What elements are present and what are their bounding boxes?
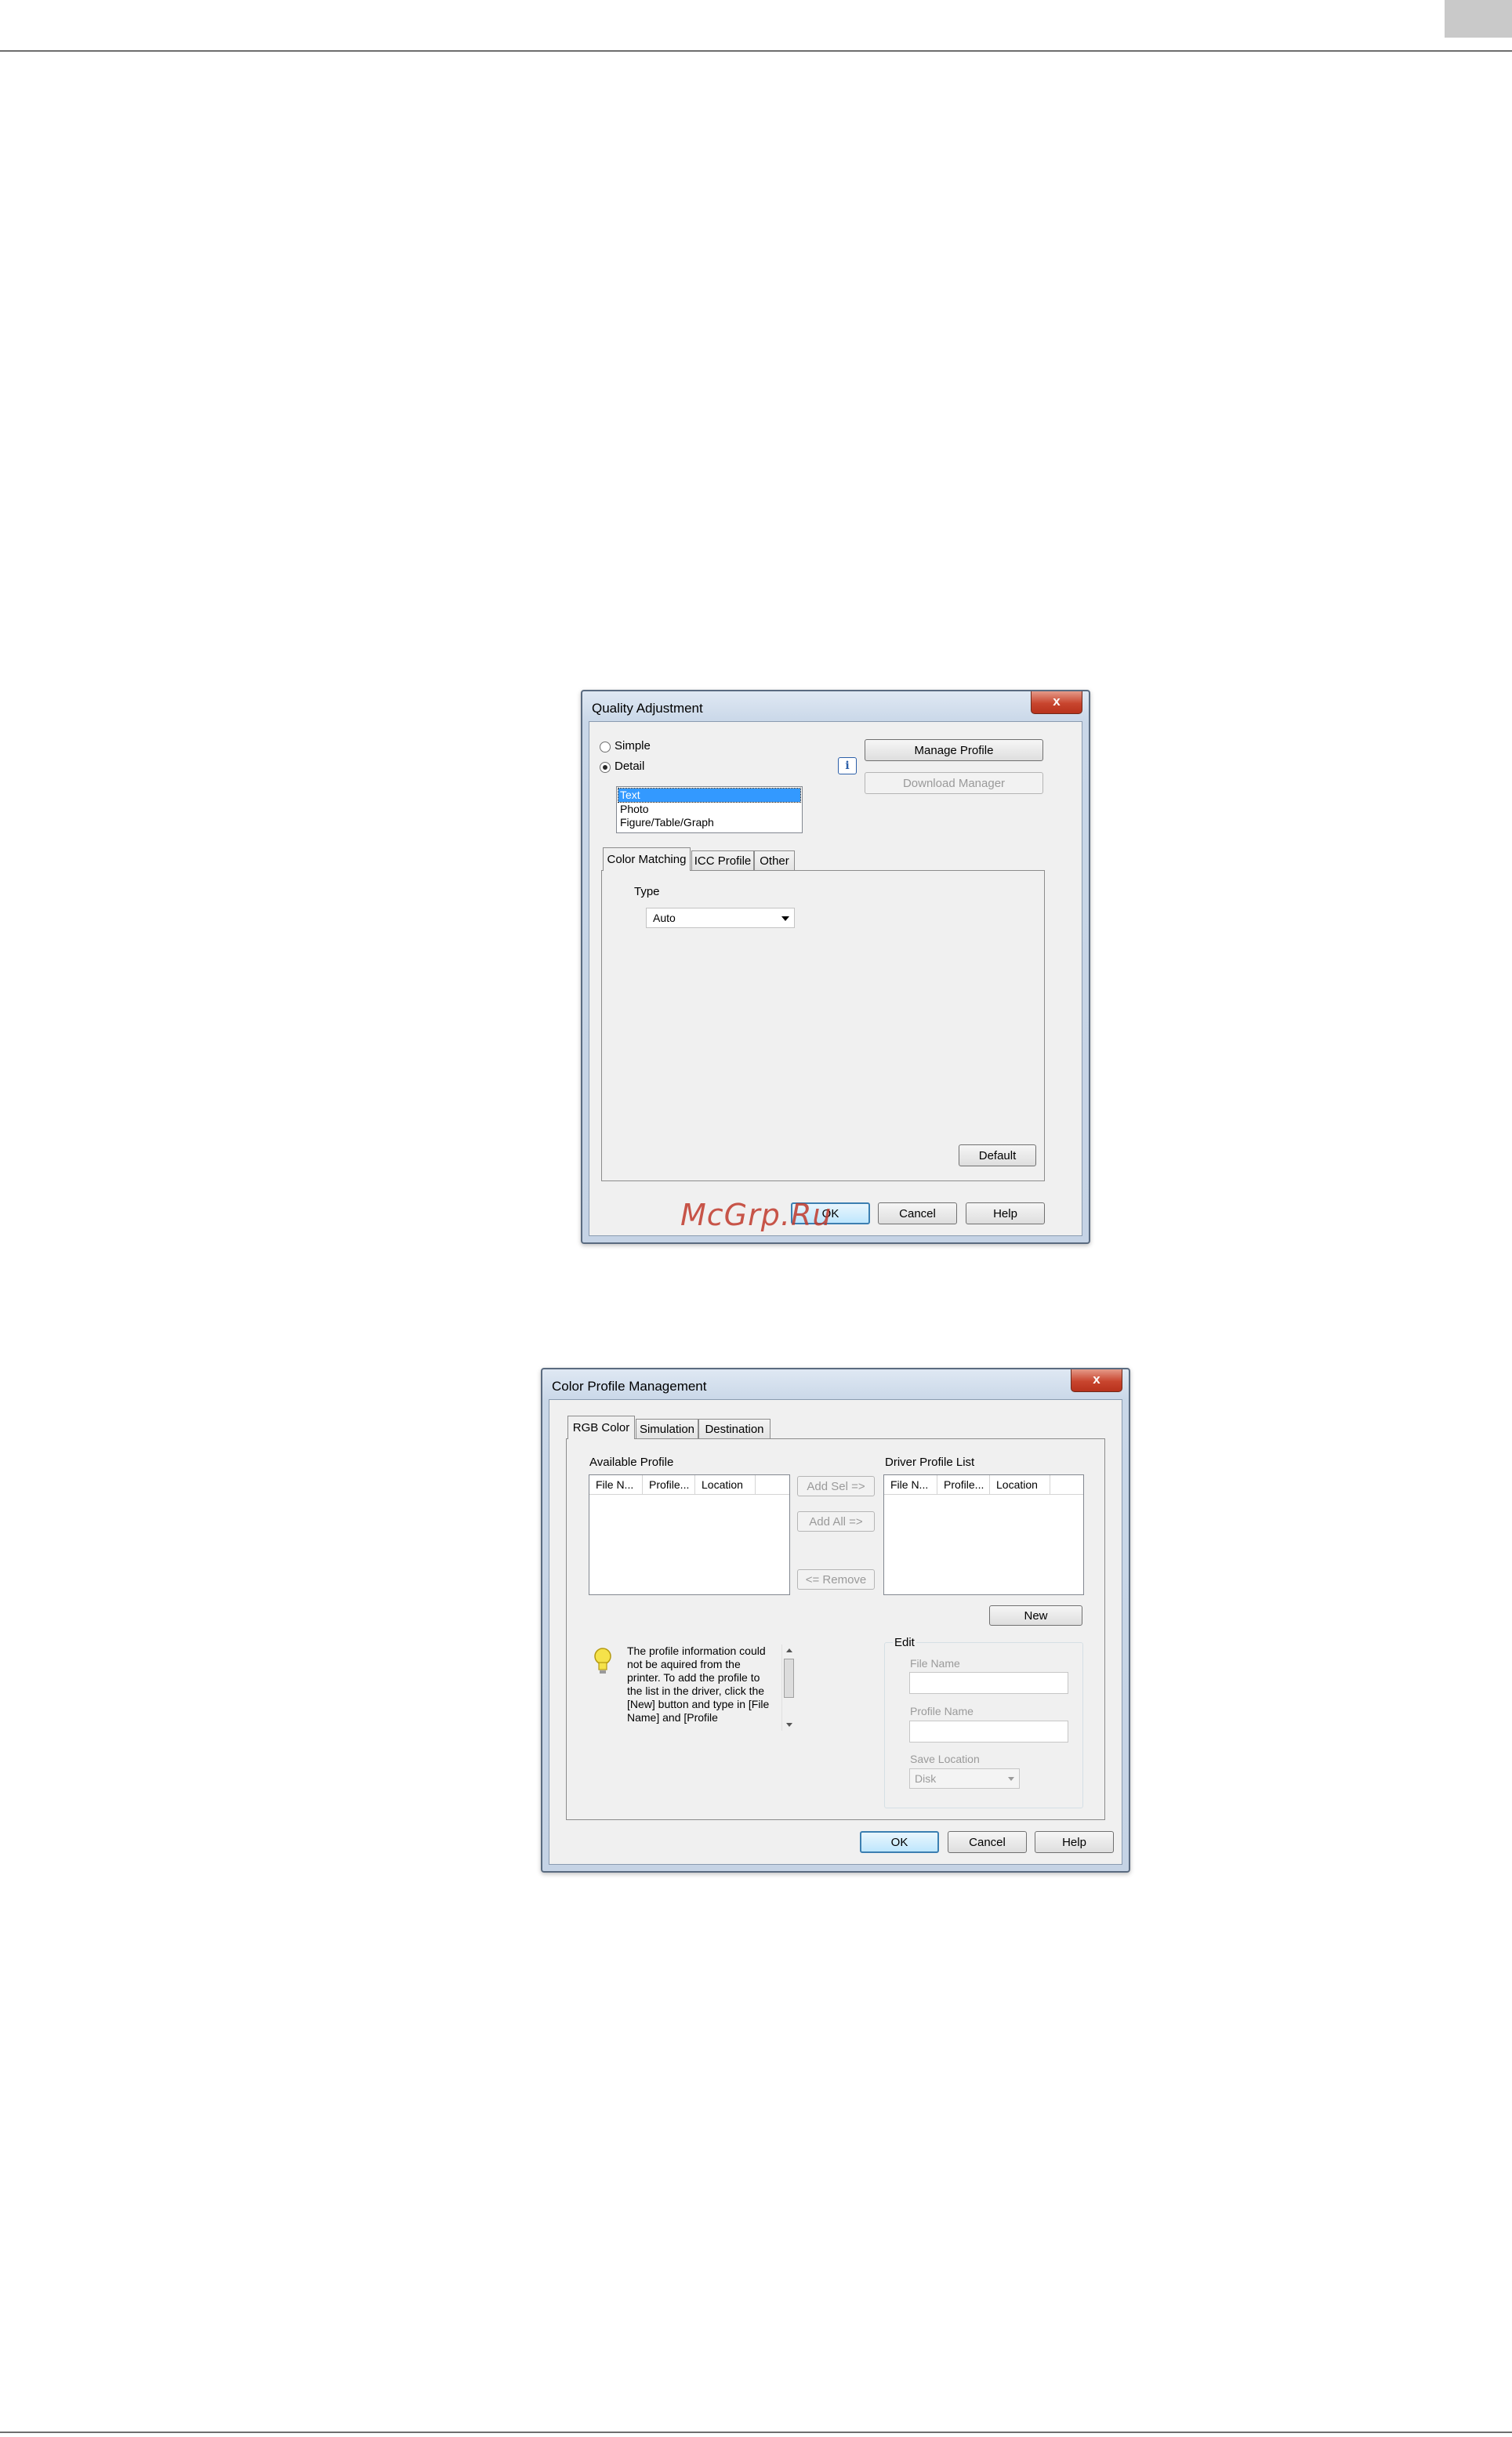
available-profile-list[interactable]: File N... Profile... Location (589, 1474, 790, 1595)
chevron-down-icon (781, 916, 789, 921)
close-button[interactable]: x (1071, 1369, 1122, 1392)
quality-adjustment-dialog: Quality Adjustment x Simple Detail Text … (581, 690, 1090, 1244)
list-item-text[interactable]: Text (618, 788, 801, 803)
header-rule (0, 50, 1512, 52)
lightbulb-icon (593, 1646, 613, 1677)
scroll-up-icon[interactable] (786, 1648, 792, 1652)
simple-label: Simple (615, 739, 651, 752)
info-text-box: The profile information could not be aqu… (627, 1645, 796, 1731)
help-button[interactable]: Help (966, 1202, 1045, 1224)
ok-button[interactable]: OK (860, 1831, 939, 1853)
driver-profile-list[interactable]: File N... Profile... Location (883, 1474, 1084, 1595)
column-file-name[interactable]: File N... (589, 1475, 643, 1494)
add-sel-button[interactable]: Add Sel => (797, 1476, 875, 1496)
chevron-down-icon (1008, 1777, 1014, 1781)
footer-rule (0, 2432, 1512, 2433)
edit-group-label: Edit (893, 1636, 916, 1649)
save-location-select[interactable]: Disk (909, 1768, 1020, 1789)
type-select-value: Auto (653, 912, 676, 924)
list-item-figure[interactable]: Figure/Table/Graph (620, 816, 714, 829)
color-profile-management-dialog: Color Profile Management x RGB Color Sim… (541, 1368, 1130, 1873)
column-location[interactable]: Location (990, 1475, 1050, 1494)
download-manager-button[interactable]: Download Manager (865, 772, 1043, 794)
file-name-field[interactable] (909, 1672, 1068, 1694)
column-file-name[interactable]: File N... (884, 1475, 937, 1494)
edit-groupbox: Edit File Name Profile Name Save Locatio… (884, 1636, 1083, 1808)
tab-simulation[interactable]: Simulation (636, 1419, 698, 1439)
available-profile-label: Available Profile (589, 1456, 674, 1469)
list-header: File N... Profile... Location (884, 1475, 1083, 1495)
object-type-list[interactable]: Text Photo Figure/Table/Graph (616, 786, 803, 833)
page-corner-tab (1445, 0, 1512, 38)
dialog-title: Color Profile Management (552, 1379, 707, 1394)
column-profile-name[interactable]: Profile... (643, 1475, 695, 1494)
profile-name-field[interactable] (909, 1721, 1068, 1743)
list-item-photo[interactable]: Photo (620, 803, 649, 815)
info-text: The profile information could not be aqu… (627, 1645, 770, 1724)
cancel-button[interactable]: Cancel (948, 1831, 1027, 1853)
tab-destination[interactable]: Destination (698, 1419, 771, 1439)
scroll-thumb[interactable] (784, 1659, 794, 1698)
watermark-text: McGrp.Ru (680, 1198, 832, 1232)
add-all-button[interactable]: Add All => (797, 1511, 875, 1532)
simple-radio[interactable] (600, 742, 611, 752)
dialog-client-area: Simple Detail Text Photo Figure/Table/Gr… (589, 721, 1082, 1236)
type-label: Type (634, 885, 660, 898)
profile-name-label: Profile Name (910, 1705, 974, 1717)
file-name-label: File Name (910, 1657, 960, 1670)
detail-radio[interactable] (600, 762, 611, 773)
detail-label: Detail (615, 760, 645, 773)
save-location-value: Disk (915, 1772, 937, 1785)
tab-rgb-color[interactable]: RGB Color (567, 1416, 635, 1439)
color-matching-panel: Type Auto Default (601, 870, 1045, 1181)
tab-other[interactable]: Other (754, 850, 795, 871)
default-button[interactable]: Default (959, 1144, 1036, 1166)
column-location[interactable]: Location (695, 1475, 756, 1494)
column-profile-name[interactable]: Profile... (937, 1475, 990, 1494)
close-button[interactable]: x (1031, 691, 1082, 714)
dialog-client-area: RGB Color Simulation Destination Availab… (549, 1399, 1122, 1865)
scroll-down-icon[interactable] (786, 1723, 792, 1727)
manage-profile-button[interactable]: Manage Profile (865, 739, 1043, 761)
rgb-color-panel: Available Profile Driver Profile List Fi… (566, 1438, 1105, 1820)
tab-color-matching[interactable]: Color Matching (603, 847, 691, 871)
type-select[interactable]: Auto (646, 908, 795, 928)
driver-profile-list-label: Driver Profile List (885, 1456, 975, 1469)
remove-button[interactable]: <= Remove (797, 1569, 875, 1590)
save-location-label: Save Location (910, 1753, 980, 1765)
tab-icc-profile[interactable]: ICC Profile (691, 850, 754, 871)
help-button[interactable]: Help (1035, 1831, 1114, 1853)
dialog-title: Quality Adjustment (592, 701, 703, 716)
new-button[interactable]: New (989, 1605, 1082, 1626)
cancel-button[interactable]: Cancel (878, 1202, 957, 1224)
info-balloon-icon[interactable]: i (838, 757, 857, 774)
info-scrollbar[interactable] (781, 1645, 796, 1731)
list-header: File N... Profile... Location (589, 1475, 789, 1495)
